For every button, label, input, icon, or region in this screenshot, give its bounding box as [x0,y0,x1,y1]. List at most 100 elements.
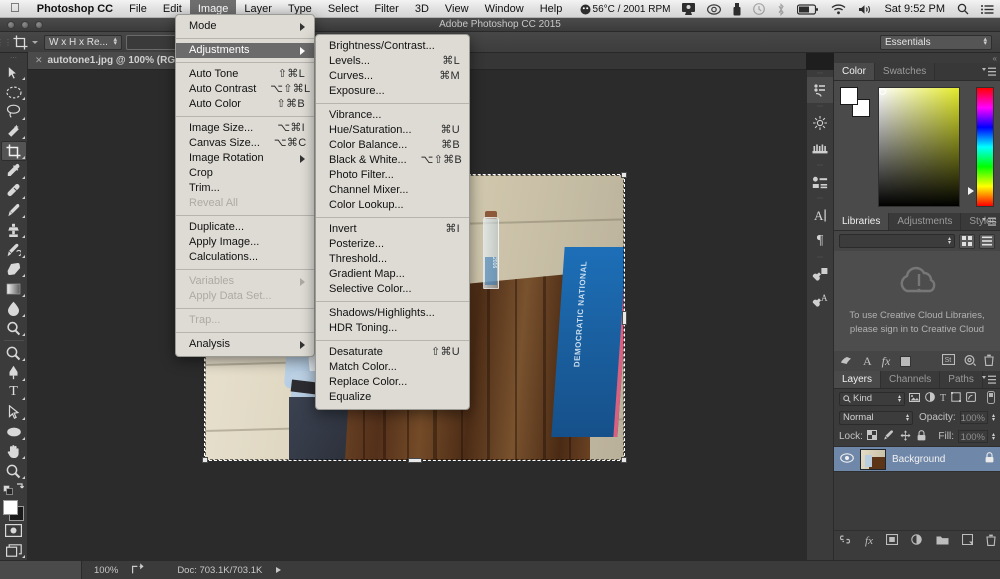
adjustments-menu-item-exposure[interactable]: Exposure... [316,84,469,99]
filter-smart-object-icon[interactable] [966,392,976,405]
image-menu-item-duplicate[interactable]: Duplicate... [176,220,314,235]
tab-channels[interactable]: Channels [881,371,940,388]
hue-slider[interactable] [976,87,994,207]
strip-grip[interactable]: ⋯ [811,70,829,77]
foreground-color-swatch[interactable] [840,87,858,105]
crop-tool-icon[interactable] [8,32,32,53]
list-view-icon[interactable] [979,234,995,249]
image-menu-item-auto-color[interactable]: Auto Color⇧⌘B [176,97,314,112]
add-layer-style-icon[interactable]: fx [882,354,891,369]
adjustments-menu-item-gradient-map[interactable]: Gradient Map... [316,267,469,282]
display-icon[interactable] [676,0,701,18]
adjustments-menu-item-vibrance[interactable]: Vibrance... [316,108,469,123]
new-layer-icon[interactable] [962,534,973,548]
minimize-window-button[interactable] [21,21,29,29]
filter-pixel-icon[interactable] [909,393,920,405]
eyeball-icon[interactable] [701,0,727,18]
layer-mask-icon[interactable] [886,534,898,548]
collapse-panels-button[interactable]: « [834,53,1000,63]
adjustments-menu-item-color-lookup[interactable]: Color Lookup... [316,198,469,213]
notification-center-icon[interactable] [975,0,1000,18]
adjustments-menu-item-replace-color[interactable]: Replace Color... [316,375,469,390]
image-menu-item-auto-contrast[interactable]: Auto Contrast⌥⇧⌘L [176,82,314,97]
lock-icon[interactable] [985,452,994,466]
clone-stamp-tool[interactable] [1,220,27,240]
paragraph-panel-icon[interactable]: ¶ [807,228,833,254]
history-panel-icon[interactable] [807,77,833,103]
adjustments-submenu-dropdown[interactable]: Brightness/Contrast...Levels...⌘LCurves.… [315,34,470,410]
adjustments-menu-item-selective-color[interactable]: Selective Color... [316,282,469,297]
zoom-level[interactable]: 100% [82,565,126,576]
fill-value[interactable]: 100% [958,430,988,443]
grid-view-icon[interactable] [959,234,975,249]
strip-grip[interactable]: ⋯ [811,254,829,261]
menu-view[interactable]: View [437,0,477,18]
library-select[interactable]: ▴▾ [839,234,955,248]
image-menu-item-auto-tone[interactable]: Auto Tone⇧⌘L [176,67,314,82]
stock-search-icon[interactable]: St [942,354,955,368]
quick-mask-icon[interactable] [1,521,27,541]
tab-color[interactable]: Color [834,63,875,80]
magic-wand-tool[interactable] [1,122,27,142]
sync-icon[interactable] [963,354,976,369]
strip-grip[interactable]: ⋯ [811,162,829,169]
image-menu-item-image-rotation[interactable]: Image Rotation [176,151,314,166]
delete-icon[interactable] [984,354,994,369]
delete-layer-icon[interactable] [986,534,996,549]
hand-tool[interactable] [1,442,27,462]
type-tool[interactable]: T [1,383,27,403]
image-menu-item-calculations[interactable]: Calculations... [176,250,314,265]
new-group-icon[interactable] [936,535,949,548]
filter-adjustment-icon[interactable] [925,392,935,405]
image-menu-item-analysis[interactable]: Analysis [176,337,314,352]
adjustments-menu-item-match-color[interactable]: Match Color... [316,360,469,375]
lasso-tool[interactable] [1,102,27,122]
move-tool[interactable] [1,63,27,83]
color-panel-body[interactable] [834,81,1000,213]
brush-tool[interactable] [1,201,27,221]
image-menu-item-apply-image[interactable]: Apply Image... [176,235,314,250]
layer-filter-kind-select[interactable]: Kind ▴▾ [839,392,905,406]
system-clock[interactable]: Sat 9:52 PM [878,0,951,18]
add-graphic-icon[interactable] [840,354,853,368]
image-menu-item-adjustments[interactable]: Adjustments [176,43,314,58]
adjustments-menu-item-hue-saturation[interactable]: Hue/Saturation...⌘U [316,123,469,138]
panel-menu-icon[interactable] [982,67,996,77]
properties-panel-icon[interactable] [807,169,833,195]
panel-menu-icon[interactable] [982,217,996,227]
layer-thumbnail[interactable] [860,449,886,470]
character-panel-icon[interactable]: A [807,202,833,228]
path-selection-tool[interactable] [1,402,27,422]
layers-list-empty-area[interactable] [834,472,1000,530]
menu-3d[interactable]: 3D [407,0,437,18]
spot-healing-brush-tool[interactable] [1,181,27,201]
tab-swatches[interactable]: Swatches [875,63,935,80]
layer-row-background[interactable]: Background [834,446,1000,472]
pen-tool[interactable] [1,363,27,383]
brush-presets-icon[interactable] [807,136,833,162]
apple-menu-icon[interactable]:  [0,0,29,18]
menu-file[interactable]: File [121,0,155,18]
filter-toggle-icon[interactable] [987,391,995,407]
expand-arrow-icon[interactable] [276,567,281,573]
ellipse-tool[interactable] [1,422,27,442]
adjustments-menu-item-invert[interactable]: Invert⌘I [316,222,469,237]
paragraph-styles-icon[interactable]: A [807,287,833,313]
elliptical-marquee-tool[interactable] [1,82,27,102]
adjustments-menu-item-color-balance[interactable]: Color Balance...⌘B [316,138,469,153]
eye-icon[interactable] [840,453,854,466]
tab-adjustments[interactable]: Adjustments [889,213,961,230]
color-field-picker[interactable] [878,87,960,207]
screen-mode-icon[interactable] [1,540,27,560]
character-styles-icon[interactable] [807,261,833,287]
tab-paths[interactable]: Paths [940,371,983,388]
adjustments-menu-item-curves[interactable]: Curves...⌘M [316,69,469,84]
spotlight-search-icon[interactable] [951,0,975,18]
wifi-icon[interactable] [825,0,852,18]
foreground-color-swatch[interactable] [3,500,18,515]
foreground-background-colors[interactable] [1,498,27,520]
toolbar-grip[interactable]: ⋯ [10,55,17,63]
adjustments-menu-item-equalize[interactable]: Equalize [316,390,469,405]
image-menu-item-mode[interactable]: Mode [176,19,314,34]
image-menu-item-trim[interactable]: Trim... [176,181,314,196]
